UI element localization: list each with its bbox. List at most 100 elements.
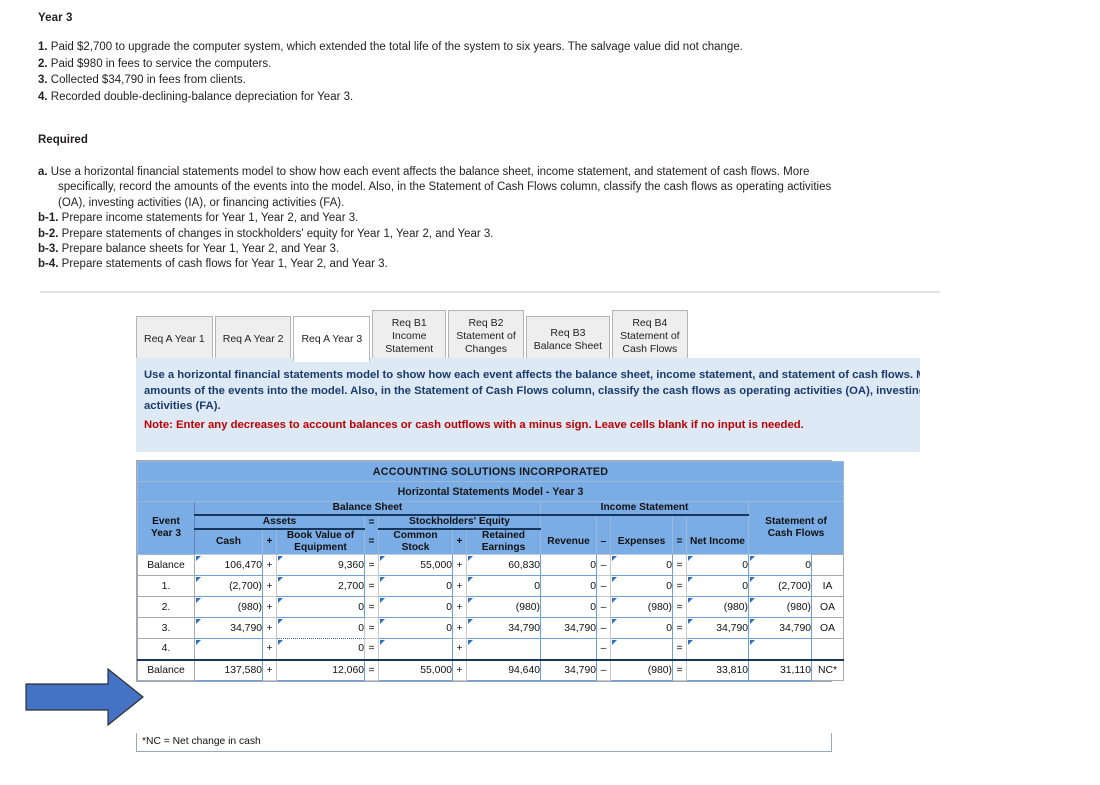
cell-retained-earnings[interactable]: (980) bbox=[466, 596, 541, 618]
cell-cash-flow[interactable]: (980) bbox=[748, 596, 812, 618]
cell-cash[interactable] bbox=[194, 638, 263, 660]
operator-plus: + bbox=[452, 575, 467, 597]
cell-expenses[interactable] bbox=[610, 638, 673, 660]
list-item: a. Use a horizontal financial statements… bbox=[38, 165, 838, 211]
cell-cash-flow-class[interactable]: IA bbox=[810, 575, 845, 597]
operator-equals: = bbox=[364, 596, 379, 618]
operator-plus: + bbox=[452, 554, 467, 576]
operator-plus: + bbox=[262, 658, 277, 681]
cell-revenue[interactable]: 0 bbox=[540, 575, 597, 597]
cell-net-income[interactable]: 34,790 bbox=[686, 617, 749, 639]
common-stock-column-header: Common Stock bbox=[378, 529, 453, 555]
cell-expenses[interactable]: 0 bbox=[610, 575, 673, 597]
tab-req-b3-balance-sheet[interactable]: Req B3 Balance Sheet bbox=[525, 316, 611, 362]
cell-cash-flow[interactable] bbox=[748, 638, 812, 660]
section-divider bbox=[40, 291, 940, 293]
cell-cash-flow-class[interactable] bbox=[810, 554, 845, 576]
operator-equals: = bbox=[672, 554, 687, 576]
cell-revenue[interactable]: 0 bbox=[540, 554, 597, 576]
cell-equipment[interactable]: 0 bbox=[276, 617, 365, 639]
cell-common-stock[interactable]: 55,000 bbox=[378, 554, 453, 576]
cell-cash-flow-class[interactable]: OA bbox=[810, 596, 845, 618]
cell-expenses: (980) bbox=[610, 658, 673, 681]
operator-plus: + bbox=[452, 617, 467, 639]
cell-common-stock[interactable]: 0 bbox=[378, 575, 453, 597]
tab-req-a-year-3[interactable]: Req A Year 3 bbox=[293, 316, 371, 362]
operator-plus: + bbox=[262, 617, 277, 639]
cell-equipment[interactable]: 0 bbox=[276, 638, 365, 660]
cell-equipment[interactable]: 2,700 bbox=[276, 575, 365, 597]
header-column-row: Cash + Book Value of Equipment = Common … bbox=[138, 529, 844, 555]
cell-common-stock[interactable]: 0 bbox=[378, 596, 453, 618]
cell-net-income[interactable] bbox=[686, 638, 749, 660]
cell-net-income[interactable]: 0 bbox=[686, 554, 749, 576]
cell-cash-flow[interactable]: 34,790 bbox=[748, 617, 812, 639]
event-text: Recorded double-declining-balance deprec… bbox=[50, 90, 354, 103]
cell-cash-flow: 31,110 bbox=[748, 658, 812, 681]
list-item: b-4. Prepare statements of cash flows fo… bbox=[38, 257, 838, 272]
row-label: 4. bbox=[137, 638, 195, 660]
cell-cash[interactable]: 106,470 bbox=[194, 554, 263, 576]
requirement-text: Prepare statements of cash flows for Yea… bbox=[61, 258, 388, 271]
table-footnote: *NC = Net change in cash bbox=[136, 733, 832, 752]
cell-expenses[interactable]: (980) bbox=[610, 596, 673, 618]
operator-equals: = bbox=[672, 617, 687, 639]
cell-expenses[interactable]: 0 bbox=[610, 617, 673, 639]
cell-cash[interactable]: (2,700) bbox=[194, 575, 263, 597]
list-item: b-2. Prepare statements of changes in st… bbox=[38, 227, 838, 242]
instruction-note: Note: Enter any decreases to account bal… bbox=[144, 418, 804, 431]
cell-revenue[interactable]: 34,790 bbox=[540, 617, 597, 639]
cell-cash[interactable]: (980) bbox=[194, 596, 263, 618]
cell-revenue[interactable]: 0 bbox=[540, 596, 597, 618]
income-statement-group-header: Income Statement bbox=[540, 501, 749, 516]
cell-retained-earnings[interactable]: 34,790 bbox=[466, 617, 541, 639]
assets-group-header: Assets bbox=[194, 515, 365, 530]
tab-req-b1-income-statement[interactable]: Req B1 Income Statement bbox=[372, 310, 447, 362]
cell-cash-flow-class[interactable]: OA bbox=[810, 617, 845, 639]
cell-cash[interactable]: 34,790 bbox=[194, 617, 263, 639]
requirement-number: b-2. bbox=[38, 227, 59, 240]
list-item: b-3. Prepare balance sheets for Year 1, … bbox=[38, 242, 838, 257]
problem-statement: Year 3 1. Paid $2,700 to upgrade the com… bbox=[38, 12, 828, 106]
tab-req-b4-statement-of-cash-flows[interactable]: Req B4 Statement of Cash Flows bbox=[612, 310, 688, 362]
instruction-line-2: amounts of the events into the model. Al… bbox=[144, 384, 920, 397]
requirement-tabs: Req A Year 1 Req A Year 2 Req A Year 3 R… bbox=[136, 310, 690, 362]
tab-req-a-year-1[interactable]: Req A Year 1 bbox=[136, 316, 213, 362]
operator-equals: = bbox=[364, 554, 379, 576]
cell-cash-flow-class[interactable] bbox=[810, 638, 845, 660]
cell-equipment[interactable]: 0 bbox=[276, 596, 365, 618]
event-number: 2. bbox=[38, 57, 48, 70]
requirement-number: a. bbox=[38, 166, 48, 178]
operator-plus: + bbox=[262, 554, 277, 576]
cell-expenses[interactable]: 0 bbox=[610, 554, 673, 576]
row-label: 1. bbox=[137, 575, 195, 597]
minus-spacer-top bbox=[596, 515, 611, 529]
cell-common-stock[interactable]: 0 bbox=[378, 617, 453, 639]
operator-equals: = bbox=[672, 638, 687, 660]
cell-equipment[interactable]: 9,360 bbox=[276, 554, 365, 576]
cell-cash-flow[interactable]: (2,700) bbox=[748, 575, 812, 597]
list-item: 2. Paid $980 in fees to service the comp… bbox=[38, 57, 828, 73]
table-subtitle-row: Horizontal Statements Model - Year 3 bbox=[136, 481, 845, 502]
cell-net-income[interactable]: (980) bbox=[686, 596, 749, 618]
cell-cash-flow[interactable]: 0 bbox=[748, 554, 812, 576]
assets-equals-sign: = bbox=[364, 515, 379, 529]
equity-group-header: Stockholders' Equity bbox=[378, 515, 541, 530]
list-item: 4. Recorded double-declining-balance dep… bbox=[38, 90, 828, 106]
revenue-spacer-top bbox=[540, 515, 597, 529]
cell-net-income: 33,810 bbox=[686, 658, 749, 681]
cell-net-income[interactable]: 0 bbox=[686, 575, 749, 597]
cell-retained-earnings[interactable] bbox=[466, 638, 541, 660]
expenses-spacer-top bbox=[610, 515, 673, 529]
tab-req-a-year-2[interactable]: Req A Year 2 bbox=[214, 316, 292, 362]
cell-retained-earnings[interactable]: 0 bbox=[466, 575, 541, 597]
tab-req-b2-statement-of-changes[interactable]: Req B2 Statement of Changes bbox=[448, 310, 524, 362]
operator-plus: + bbox=[262, 638, 277, 660]
cell-retained-earnings[interactable]: 60,830 bbox=[466, 554, 541, 576]
equals-spacer-top bbox=[672, 515, 687, 529]
row-label: 2. bbox=[137, 596, 195, 618]
cell-revenue[interactable] bbox=[540, 638, 597, 660]
cell-common-stock[interactable] bbox=[378, 638, 453, 660]
requirement-text: Use a horizontal financial statements mo… bbox=[50, 166, 832, 209]
net-income-column-header: Net Income bbox=[686, 529, 749, 555]
